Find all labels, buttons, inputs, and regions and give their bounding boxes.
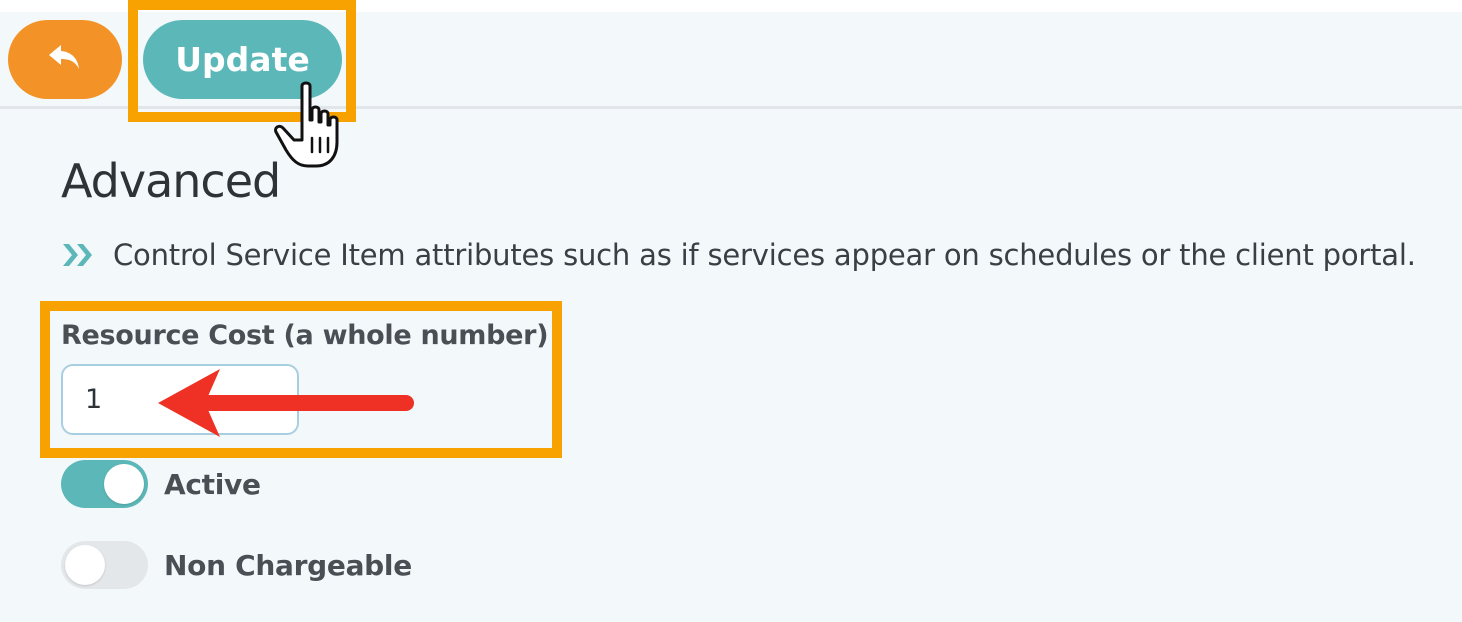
resource-cost-label: Resource Cost (a whole number) — [61, 320, 549, 351]
back-button[interactable] — [8, 20, 122, 99]
active-label: Active — [164, 467, 261, 501]
non-chargeable-toggle[interactable] — [61, 541, 148, 589]
toggle-knob — [104, 464, 144, 504]
active-toggle-row: Active — [61, 460, 261, 508]
non-chargeable-label: Non Chargeable — [164, 548, 412, 582]
non-chargeable-toggle-row: Non Chargeable — [61, 541, 412, 589]
section-description: Control Service Item attributes such as … — [61, 234, 1416, 276]
undo-arrow-icon — [45, 41, 85, 78]
section-title: Advanced — [61, 154, 281, 208]
double-chevron-right-icon — [63, 244, 92, 266]
red-arrow-annotation — [158, 369, 414, 437]
active-toggle[interactable] — [61, 460, 148, 508]
description-text: Control Service Item attributes such as … — [113, 238, 1416, 272]
toggle-knob — [65, 545, 105, 585]
